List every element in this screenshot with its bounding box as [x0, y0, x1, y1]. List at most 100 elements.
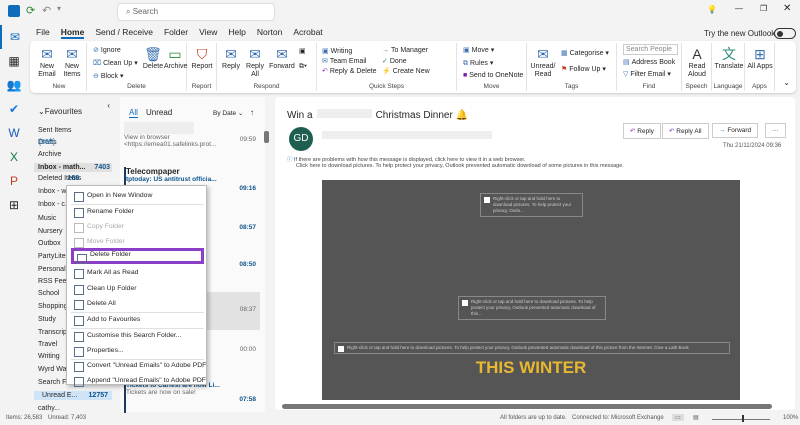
archive-button[interactable]: ▭ Archive [164, 45, 187, 71]
menu-item-open-in-new-window[interactable]: Open in New Window [71, 189, 204, 203]
new-items-button[interactable]: ✉ New Items [60, 45, 84, 79]
menu-item-copy-folder[interactable]: Copy Folder [71, 220, 204, 234]
tab-acrobat[interactable]: Acrobat [293, 27, 322, 39]
lightbulb-icon[interactable]: 💡 [707, 5, 717, 14]
filter-all-tab[interactable]: All [129, 108, 138, 118]
menu-item-rename-folder[interactable]: Rename Folder [71, 205, 204, 219]
filter-unread-tab[interactable]: Unread [146, 108, 172, 117]
more-actions-button[interactable]: ··· [765, 123, 786, 138]
follow-up-button[interactable]: ⚑ Follow Up ▾ [561, 65, 606, 73]
reply-button[interactable]: ✉ Reply [219, 45, 243, 71]
zoom-slider-thumb[interactable] [742, 415, 744, 422]
menu-item-convert-to-pdf[interactable]: Convert "Unread Emails" to Adobe PDF [71, 359, 206, 373]
message-item[interactable]: View in browser <https://emea01.safelinks… [124, 122, 260, 160]
blocked-image-placeholder[interactable]: Right-click or tap and hold here to down… [334, 342, 730, 354]
folder-item[interactable]: Outbox [38, 240, 61, 247]
favourites-header[interactable]: ⌄Favourites [38, 107, 82, 116]
forward-button[interactable]: ✉ Forward [268, 45, 296, 71]
quick-step-done[interactable]: ✓ Done [382, 57, 407, 65]
tab-view[interactable]: View [199, 27, 217, 39]
folder-item[interactable]: Drafts [505] [38, 139, 57, 146]
folder-item[interactable]: Writing [38, 353, 60, 360]
report-button[interactable]: ⛉ Report [189, 45, 215, 71]
zoom-slider[interactable] [712, 419, 770, 420]
folder-item[interactable]: Inbox - math... 7403 [34, 163, 112, 172]
collapse-ribbon-icon[interactable]: ⌄ [783, 78, 790, 87]
move-button[interactable]: ▣ Move ▾ [463, 46, 494, 54]
sort-dropdown[interactable]: By Date ⌄ [213, 109, 243, 117]
delete-button[interactable]: 🗑 Delete [142, 45, 164, 71]
excel-icon[interactable]: X [0, 145, 28, 169]
folder-item[interactable]: Sent Items [38, 127, 71, 134]
menu-item-mark-all-as-read[interactable]: Mark All as Read [71, 266, 204, 280]
clean-up-button[interactable]: ⌧ Clean Up ▾ [93, 59, 138, 67]
info-bar[interactable]: ⓘ If there are problems with how this me… [287, 155, 624, 169]
new-email-button[interactable]: ✉ New Email [35, 45, 59, 79]
apps-icon[interactable]: ⊞ [0, 193, 28, 217]
folder-item[interactable]: Shopping [38, 303, 68, 310]
todo-icon[interactable]: ✔ [0, 97, 28, 121]
block-button[interactable]: ⊖ Block ▾ [93, 72, 123, 80]
search-people-input[interactable]: Search People [623, 44, 678, 55]
blocked-image-placeholder[interactable]: Right-click or tap and hold here to down… [480, 193, 583, 217]
more-respond-icon[interactable]: ⧉▾ [299, 63, 307, 71]
folder-item[interactable]: cathy... [38, 405, 60, 412]
reading-view-icon[interactable]: ▤ [693, 414, 699, 421]
tab-home[interactable]: Home [60, 27, 85, 39]
menu-item-clean-up-folder[interactable]: Clean Up Folder [71, 282, 204, 296]
quick-step-team-email[interactable]: ✉ Team Email [322, 57, 366, 65]
people-icon[interactable]: 👥 [0, 73, 28, 97]
menu-item-delete-folder[interactable]: Delete Folder [71, 248, 204, 264]
folder-item[interactable]: School [38, 290, 59, 297]
folder-item[interactable]: Study [38, 316, 56, 323]
normal-view-icon[interactable]: ▭ [672, 414, 684, 421]
menu-item-add-to-favourites[interactable]: Add to Favourites [71, 313, 204, 327]
tab-send-receive[interactable]: Send / Receive [95, 27, 153, 39]
undo-icon[interactable]: ↶ [42, 4, 51, 17]
menu-item-properties[interactable]: Properties... [71, 344, 204, 358]
minimize-button[interactable]: — [735, 4, 743, 13]
try-new-outlook-toggle[interactable] [774, 28, 796, 39]
ignore-button[interactable]: ⊘ Ignore [93, 46, 121, 54]
read-aloud-button[interactable]: A Read Aloud [684, 45, 710, 79]
menu-item-move-folder[interactable]: Move Folder [71, 235, 204, 249]
tab-file[interactable]: File [36, 27, 50, 39]
all-apps-button[interactable]: ⊞ All Apps [747, 45, 773, 71]
tab-folder[interactable]: Folder [164, 27, 188, 39]
word-icon[interactable]: W [0, 121, 28, 145]
quick-step-to-manager[interactable]: → To Manager [382, 47, 428, 54]
tab-norton[interactable]: Norton [257, 27, 283, 39]
reply-all-button-reading[interactable]: ↶ Reply All [662, 123, 709, 139]
folder-item[interactable]: Deleted Items 168 [38, 175, 81, 182]
folder-item[interactable]: Travel [38, 341, 57, 348]
folder-item[interactable]: Archive [38, 151, 61, 158]
unread-read-button[interactable]: ✉ Unread/ Read [529, 45, 557, 79]
filter-email-button[interactable]: ▽ Filter Email ▾ [623, 70, 671, 78]
restore-button[interactable]: ❐ [760, 4, 767, 13]
blocked-image-placeholder[interactable]: Right-click or tap and hold here to down… [458, 296, 606, 320]
customize-icon[interactable]: ▾ [57, 4, 61, 13]
menu-item-append-to-pdf[interactable]: Append "Unread Emails" to Adobe PDF [71, 374, 206, 388]
categorise-button[interactable]: ▦ Categorise ▾ [561, 49, 609, 57]
quick-step-create-new[interactable]: ⚡ Create New [382, 67, 430, 75]
calendar-icon[interactable]: ▦ [0, 49, 28, 73]
send-to-onenote-button[interactable]: ■ Send to OneNote [463, 72, 523, 79]
folder-item[interactable]: Personal [38, 266, 66, 273]
message-list-scrollbar[interactable] [263, 125, 271, 410]
search-input[interactable]: ⌕ Search [117, 3, 275, 21]
quick-step-reply-delete[interactable]: ↶ Reply & Delete [322, 67, 377, 75]
reply-button-reading[interactable]: ↶ Reply [623, 123, 661, 139]
sync-icon[interactable]: ⟳ [26, 4, 35, 17]
meeting-icon[interactable]: ▣ [299, 47, 306, 55]
close-button[interactable]: ✕ [783, 3, 791, 14]
reply-all-button[interactable]: ✉ Reply All [243, 45, 267, 79]
mail-icon[interactable]: ✉ [0, 25, 28, 49]
menu-item-delete-all[interactable]: Delete All [71, 297, 204, 311]
folder-item[interactable]: PartyLite [38, 253, 66, 260]
tab-help[interactable]: Help [228, 27, 245, 39]
address-book-button[interactable]: ▤ Address Book [623, 58, 675, 66]
forward-button-reading[interactable]: → Forward [712, 123, 759, 138]
quick-step-writing[interactable]: ▣ Writing [322, 47, 352, 55]
powerpoint-icon[interactable]: P [0, 169, 28, 193]
collapse-pane-icon[interactable]: ‹ [107, 101, 110, 110]
